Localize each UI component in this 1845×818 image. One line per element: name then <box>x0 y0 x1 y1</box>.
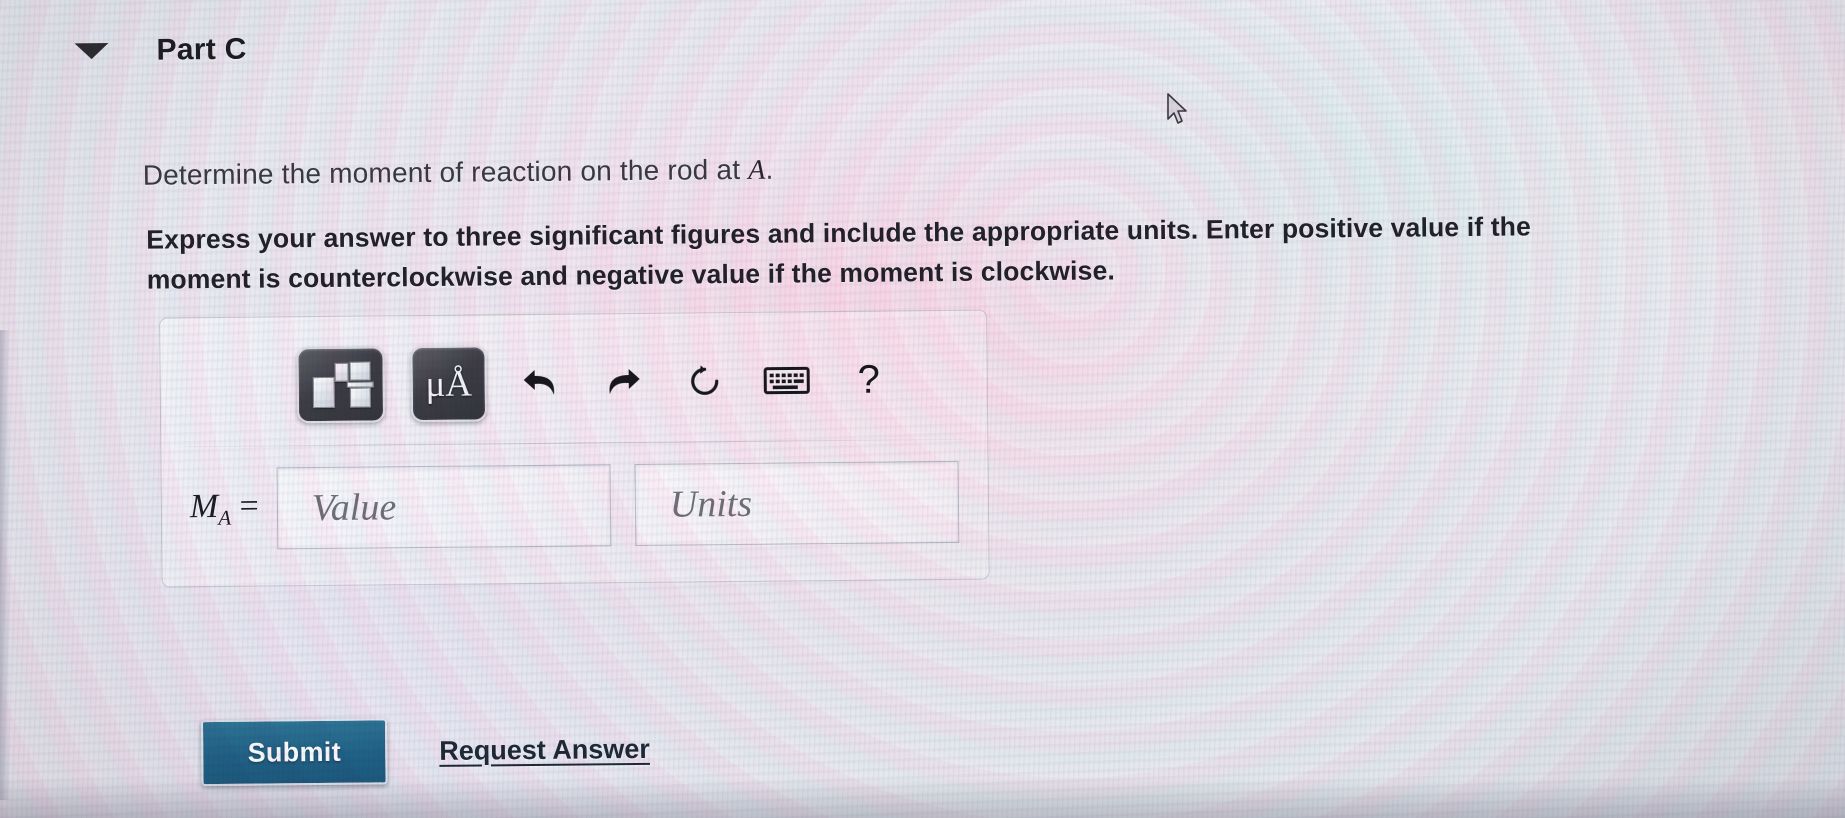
question-content: Part C Determine the moment of reaction … <box>0 0 1845 818</box>
undo-button[interactable] <box>512 355 569 412</box>
answer-subscript: A <box>218 505 232 530</box>
answer-variable: M <box>189 487 219 525</box>
math-template-icon <box>312 361 374 410</box>
triangle-down-icon[interactable] <box>74 43 109 60</box>
equals-sign: = <box>239 487 259 525</box>
reset-button[interactable] <box>676 353 733 410</box>
answer-panel: μÅ ? MA = Value Units <box>159 309 990 588</box>
page-title: Part C <box>156 32 247 67</box>
submit-button[interactable]: Submit <box>200 718 388 787</box>
prompt-variable: A <box>748 154 766 186</box>
units-button[interactable]: μÅ <box>410 345 488 423</box>
units-input[interactable]: Units <box>634 460 960 546</box>
units-input-placeholder: Units <box>669 482 753 526</box>
request-answer-link[interactable]: Request Answer <box>439 733 650 766</box>
question-prompt: Determine the moment of reaction on the … <box>143 154 774 193</box>
redo-button[interactable] <box>594 354 651 411</box>
screenshot-root: Part C Determine the moment of reaction … <box>0 0 1845 818</box>
toolbar-divider <box>185 438 964 448</box>
reset-icon <box>686 362 724 400</box>
prompt-text-before: Determine the moment of reaction on the … <box>142 153 749 191</box>
answer-instructions: Express your answer to three significant… <box>146 211 1532 295</box>
value-input[interactable]: Value <box>276 464 612 550</box>
help-icon: ? <box>857 357 881 402</box>
redo-icon <box>603 365 643 399</box>
undo-icon <box>521 366 561 400</box>
math-template-button[interactable] <box>296 346 386 424</box>
part-header[interactable]: Part C <box>74 32 247 69</box>
math-toolbar: μÅ ? <box>296 343 897 424</box>
prompt-text-after: . <box>765 153 774 185</box>
help-button[interactable]: ? <box>840 351 897 408</box>
keyboard-button[interactable] <box>758 352 815 409</box>
keyboard-icon <box>763 365 810 395</box>
answer-actions: Submit Request Answer <box>200 716 650 787</box>
units-button-label: μÅ <box>425 363 473 405</box>
answer-input-row: MA = Value Units <box>190 460 960 550</box>
answer-variable-label: MA = <box>190 487 259 530</box>
value-input-placeholder: Value <box>311 486 397 530</box>
